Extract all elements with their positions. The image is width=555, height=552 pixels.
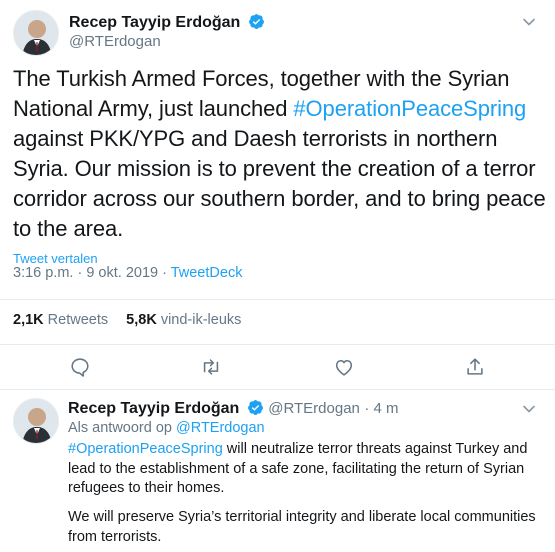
reply-verified-badge-icon: [247, 400, 263, 415]
reply-author-avatar[interactable]: [13, 398, 59, 444]
reply-author-handle[interactable]: @RTErdogan: [268, 400, 360, 417]
like-icon[interactable]: [333, 356, 355, 378]
tweet-stats: 2,1K Retweets 5,8K vind-ik-leuks: [13, 312, 241, 328]
verified-badge-icon: [248, 14, 264, 29]
reply-avatar-portrait: [14, 399, 58, 443]
reply-text-paragraph-2: We will preserve Syria’s territorial int…: [68, 509, 536, 545]
tweet-time[interactable]: 3:16 p.m.: [13, 265, 73, 281]
reply-hashtag-link[interactable]: #OperationPeaceSpring: [68, 441, 223, 457]
divider-middle: [0, 344, 555, 345]
likes-stat[interactable]: 5,8K vind-ik-leuks: [126, 312, 241, 328]
retweets-stat[interactable]: 2,1K Retweets: [13, 312, 108, 328]
tweet-text: The Turkish Armed Forces, together with …: [13, 64, 548, 244]
retweets-count: 2,1K: [13, 312, 44, 328]
retweets-label: Retweets: [47, 312, 109, 328]
avatar-portrait: [14, 11, 58, 55]
meta-separator: ·: [73, 265, 87, 281]
hashtag-link[interactable]: #OperationPeaceSpring: [293, 96, 526, 121]
tweet-date[interactable]: 9 okt. 2019: [86, 265, 158, 281]
tweet-source[interactable]: TweetDeck: [171, 265, 243, 281]
retweet-icon[interactable]: [200, 356, 222, 378]
likes-label: vind-ik-leuks: [160, 312, 242, 328]
divider-top: [0, 299, 555, 300]
tweet-text-part2: against PKK/YPG and Daesh terrorists in …: [13, 126, 546, 241]
reply-to-label: Als antwoord op: [68, 420, 172, 436]
reply-icon[interactable]: [69, 356, 91, 378]
reply-age[interactable]: · 4 m: [364, 400, 398, 417]
tweet-meta: 3:16 p.m. · 9 okt. 2019 · TweetDeck: [13, 265, 242, 281]
author-handle[interactable]: @RTErdogan: [69, 33, 161, 50]
reply-chevron-down-icon[interactable]: [521, 401, 537, 417]
share-icon[interactable]: [464, 356, 486, 378]
reply-author-name[interactable]: Recep Tayyip Erdoğan: [68, 400, 239, 417]
reply-text: #OperationPeaceSpring will neutralize te…: [68, 440, 548, 499]
likes-count: 5,8K: [126, 312, 157, 328]
reply-to-handle[interactable]: @RTErdogan: [176, 420, 265, 436]
divider-bottom: [0, 389, 555, 390]
author-name[interactable]: Recep Tayyip Erdoğan: [69, 14, 240, 31]
chevron-down-icon[interactable]: [521, 14, 537, 30]
author-avatar[interactable]: [13, 10, 59, 56]
translate-tweet-link[interactable]: Tweet vertalen: [13, 251, 98, 266]
reply-header: Recep Tayyip Erdoğan @RTErdogan · 4 m: [68, 399, 399, 418]
author-name-row[interactable]: Recep Tayyip Erdoğan: [69, 13, 265, 32]
reply-to-line: Als antwoord op @RTErdogan: [68, 420, 265, 436]
meta-separator-2: ·: [158, 265, 171, 281]
